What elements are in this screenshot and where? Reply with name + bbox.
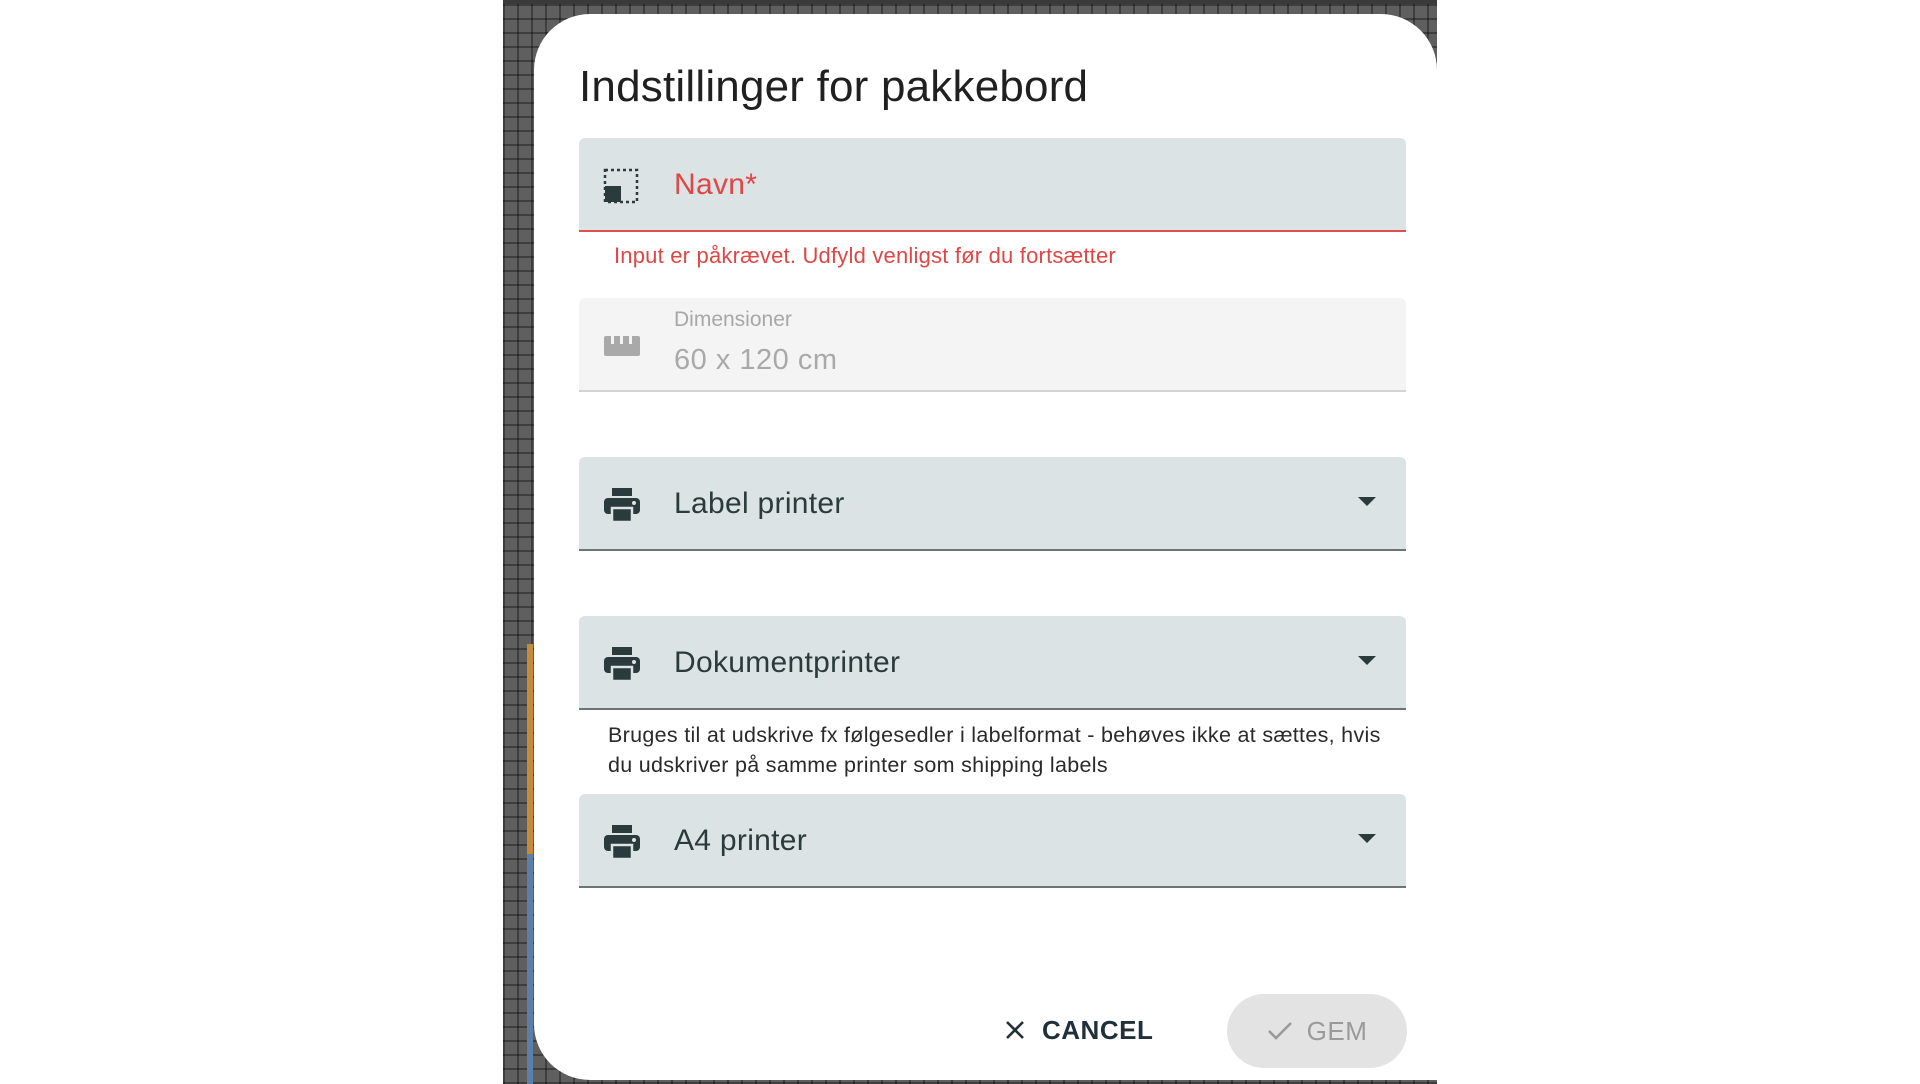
chevron-down-icon[interactable] — [1358, 834, 1376, 843]
name-error-message: Input er påkrævet. Udfyld venligst før d… — [614, 243, 1116, 268]
background-accent-strip-blue — [527, 854, 533, 1084]
name-field[interactable]: Navn* — [579, 138, 1406, 232]
document-printer-select[interactable]: Dokumentprinter — [579, 616, 1406, 710]
settings-dialog: Indstillinger for pakkebord Navn* Input … — [534, 14, 1437, 1080]
dimensions-value: 60 x 120 cm — [674, 344, 838, 376]
selection-icon — [603, 168, 641, 204]
chevron-down-icon[interactable] — [1358, 497, 1376, 506]
document-printer-label: Dokumentprinter — [674, 646, 901, 679]
name-field-label: Navn* — [674, 168, 758, 201]
check-icon — [1267, 1021, 1293, 1041]
close-icon — [1004, 1019, 1026, 1041]
dialog-title: Indstillinger for pakkebord — [579, 62, 1089, 111]
a4-printer-select[interactable]: A4 printer — [579, 794, 1406, 888]
save-button-label: GEM — [1306, 1015, 1368, 1046]
label-printer-select[interactable]: Label printer — [579, 457, 1406, 551]
cancel-button[interactable]: CANCEL — [1004, 1000, 1184, 1060]
printer-icon — [603, 646, 641, 682]
label-printer-label: Label printer — [674, 487, 845, 520]
dimensions-field: Dimensioner 60 x 120 cm — [579, 298, 1406, 392]
cancel-button-label: CANCEL — [1042, 1014, 1154, 1045]
ruler-icon — [603, 328, 641, 364]
printer-icon — [603, 487, 641, 523]
a4-printer-label: A4 printer — [674, 824, 808, 857]
save-button[interactable]: GEM — [1227, 994, 1407, 1068]
chevron-down-icon[interactable] — [1358, 656, 1376, 665]
dimensions-label: Dimensioner — [674, 308, 792, 331]
document-printer-helper: Bruges til at udskrive fx følgesedler i … — [608, 723, 1381, 777]
printer-icon — [603, 824, 641, 860]
